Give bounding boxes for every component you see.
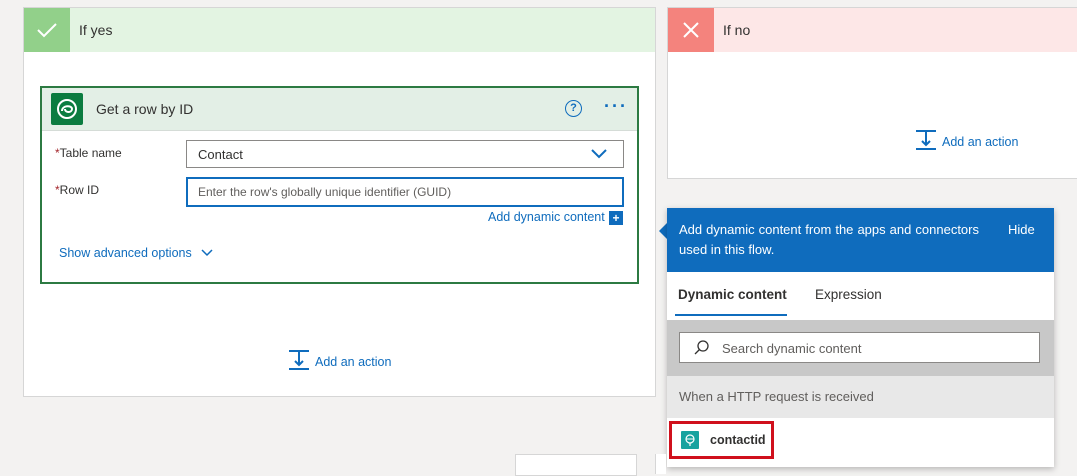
contactid-token[interactable]: contactid xyxy=(669,421,774,459)
add-action-icon xyxy=(915,129,937,154)
chevron-down-icon xyxy=(201,246,213,260)
table-name-label-text: Table name xyxy=(59,146,122,160)
chevron-down-icon xyxy=(591,147,607,162)
row-id-input[interactable] xyxy=(186,177,624,207)
add-dynamic-content-link[interactable]: Add dynamic content xyxy=(488,210,605,224)
add-action-icon xyxy=(288,349,310,374)
table-name-value: Contact xyxy=(198,147,243,162)
add-dynamic-content-plus-icon[interactable]: + xyxy=(609,211,623,225)
search-box[interactable] xyxy=(679,332,1040,364)
partial-card xyxy=(515,454,637,476)
show-advanced-options-label: Show advanced options xyxy=(59,246,192,260)
search-icon xyxy=(694,340,709,358)
hide-panel-button[interactable]: Hide xyxy=(1008,222,1035,237)
panel-description: Add dynamic content from the apps and co… xyxy=(679,222,979,257)
no-add-action-button[interactable]: Add an action xyxy=(915,129,1018,154)
table-name-label: *Table name xyxy=(55,146,122,160)
help-icon[interactable]: ? xyxy=(565,100,582,117)
trigger-section-header[interactable]: When a HTTP request is received xyxy=(667,376,1054,418)
yes-add-action-button[interactable]: Add an action xyxy=(288,349,391,374)
contactid-token-label: contactid xyxy=(710,433,766,447)
if-no-branch: If no Add an action xyxy=(667,7,1077,179)
no-add-action-label: Add an action xyxy=(942,134,1019,149)
panel-header: Add dynamic content from the apps and co… xyxy=(667,208,1054,272)
search-input[interactable] xyxy=(720,333,1024,364)
dynamic-content-panel: Add dynamic content from the apps and co… xyxy=(667,208,1054,467)
if-yes-title: If yes xyxy=(79,22,113,38)
more-options-icon[interactable]: ··· xyxy=(604,96,628,117)
http-request-icon xyxy=(681,431,699,449)
table-name-dropdown[interactable]: Contact xyxy=(186,140,624,168)
yes-add-action-label: Add an action xyxy=(315,354,392,369)
active-tab-underline xyxy=(675,314,787,316)
if-no-title: If no xyxy=(723,22,751,38)
get-row-by-id-card: Get a row by ID ? ··· *Table name Contac… xyxy=(40,86,639,284)
trigger-section-title: When a HTTP request is received xyxy=(679,389,874,404)
tab-expression[interactable]: Expression xyxy=(815,287,882,302)
search-area xyxy=(667,320,1054,376)
dataverse-icon xyxy=(51,93,83,125)
close-icon xyxy=(668,8,714,52)
partial-card-edge xyxy=(655,454,666,474)
row-id-label: *Row ID xyxy=(55,183,99,197)
if-no-header[interactable]: If no xyxy=(668,8,1077,52)
show-advanced-options-link[interactable]: Show advanced options xyxy=(59,246,213,260)
card-title: Get a row by ID xyxy=(96,101,194,117)
row-id-label-text: Row ID xyxy=(59,183,100,197)
tab-dynamic-content[interactable]: Dynamic content xyxy=(678,287,787,302)
checkmark-icon xyxy=(24,8,70,52)
card-header[interactable]: Get a row by ID ? ··· xyxy=(42,88,637,131)
if-yes-header[interactable]: If yes xyxy=(24,8,655,52)
if-yes-branch: If yes Get a row by ID ? ··· *Table name… xyxy=(23,7,656,397)
